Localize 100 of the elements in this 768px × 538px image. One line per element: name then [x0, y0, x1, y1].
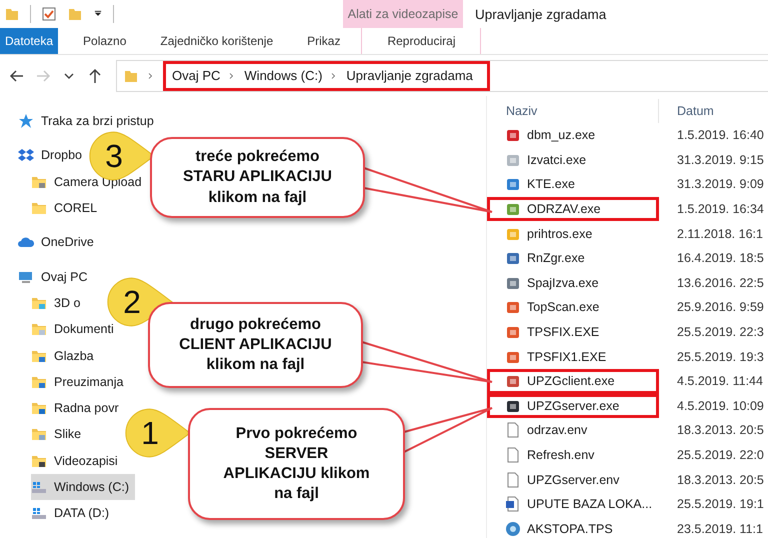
file-date: 25.5.2019. 22:3: [676, 325, 765, 340]
nav-item[interactable]: DATA (D:): [31, 500, 116, 526]
disc-icon: [505, 520, 521, 537]
file-entry[interactable]: SpajIzva.exe: [487, 270, 659, 296]
file-date: 2.11.2018. 16:1: [676, 226, 764, 241]
nav-label: Videozapisi: [54, 454, 118, 468]
file-icon: [505, 447, 521, 464]
file-name: dbm_uz.exe: [527, 128, 596, 142]
file-entry[interactable]: UPZGserver.env: [487, 467, 659, 492]
nav-label: 3D o: [54, 296, 80, 310]
file-name: KTE.exe: [527, 177, 575, 192]
file-name: UPUTE BAZA LOKA...: [527, 497, 652, 512]
context-tab-group: Alati za videozapise: [343, 0, 463, 28]
file-entry[interactable]: Refresh.env: [487, 442, 659, 468]
file-name: SpajIzva.exe: [527, 276, 599, 290]
file-date: 18.3.2013. 20:5: [676, 472, 765, 487]
file-entry[interactable]: odrzav.env: [487, 418, 659, 443]
file-icon: [505, 422, 521, 438]
file-date: 25.5.2019. 19:3: [676, 350, 765, 364]
nav-label: COREL: [54, 201, 98, 216]
up-arrow-icon: [87, 68, 103, 84]
folder-icon: [31, 400, 47, 416]
file-name: TopScan.exe: [527, 300, 600, 314]
checkbox-icon: [41, 6, 57, 22]
file-date: 1.5.2019. 16:34: [676, 202, 765, 216]
nav-item[interactable]: OneDrive: [18, 229, 100, 256]
file-icon: [505, 472, 521, 488]
file-name: TPSFIX1.EXE: [527, 350, 606, 364]
folder-icon: [31, 321, 47, 338]
file-date: 16.4.2019. 18:5: [676, 251, 765, 266]
file-entry[interactable]: ODRZAV.exe: [487, 196, 659, 222]
nav-item[interactable]: Windows (C:): [31, 474, 136, 500]
nav-label: Dropbo: [41, 148, 82, 162]
file-entry[interactable]: UPZGserver.exe: [487, 394, 659, 418]
breadcrumb[interactable]: Windows (C:): [244, 68, 322, 83]
drive-icon: [31, 479, 47, 495]
application-icon: [505, 176, 521, 192]
application-icon: [505, 127, 521, 144]
file-entry[interactable]: Izvatci.exe: [487, 148, 659, 172]
nav-item[interactable]: Glazba: [31, 342, 100, 369]
chevron-down-icon: [64, 70, 74, 80]
nav-label: Radna povr: [54, 401, 119, 416]
file-name: odrzav.env: [527, 423, 588, 438]
file-date: 25.5.2019. 22:0: [676, 448, 765, 462]
nav-item[interactable]: Traka za brzi pristup: [18, 108, 160, 134]
dropbox-icon: [18, 147, 34, 164]
file-date: 31.3.2019. 9:15: [676, 152, 765, 167]
application-icon: [505, 324, 521, 340]
nav-item[interactable]: Slike: [31, 421, 88, 448]
column-header[interactable]: Naziv: [487, 99, 659, 123]
nav-item[interactable]: Ovaj PC: [18, 263, 94, 290]
nav-item[interactable]: COREL: [31, 194, 104, 222]
folder-icon: [31, 200, 47, 216]
ribbon-tab[interactable]: Datoteka: [0, 28, 58, 54]
application-icon: [505, 299, 521, 316]
breadcrumb[interactable]: Ovaj PC: [172, 68, 220, 83]
ribbon-tab[interactable]: Reproduciraj: [361, 28, 482, 54]
file-name: UPZGserver.exe: [527, 398, 620, 413]
nav-item[interactable]: Radna povr: [31, 394, 125, 422]
file-date: 25.9.2016. 9:59: [676, 300, 765, 314]
application-icon: [505, 250, 521, 266]
window-title: Upravljanje zgradama: [474, 6, 606, 24]
nav-label: Glazba: [54, 348, 94, 363]
nav-item[interactable]: 3D o: [31, 290, 86, 316]
file-name: prihtros.exe: [527, 226, 592, 241]
folder-icon: [31, 426, 47, 442]
breadcrumb[interactable]: Upravljanje zgradama: [346, 68, 473, 83]
file-entry[interactable]: TopScan.exe: [487, 295, 659, 320]
nav-label: Preuzimanja: [54, 374, 124, 389]
back-arrow-icon: [9, 68, 25, 84]
callout: Prvo pokrećemo SERVER APLIKACIJU klikom na fajl: [188, 408, 405, 520]
file-name: Izvatci.exe: [527, 152, 586, 167]
nav-item[interactable]: Videozapisi: [31, 448, 124, 474]
nav-item[interactable]: Dropbo: [18, 142, 88, 169]
callout: drugo pokrećemo CLIENT APLIKACIJU klikom na fajl: [148, 302, 363, 388]
file-entry[interactable]: TPSFIX.EXE: [487, 320, 659, 344]
file-entry[interactable]: KTE.exe: [487, 172, 659, 197]
file-date: 25.5.2019. 19:1: [676, 497, 765, 512]
file-date: 4.5.2019. 11:44: [676, 374, 764, 388]
nav-label: Traka za brzi pristup: [41, 114, 154, 128]
file-entry[interactable]: prihtros.exe: [487, 221, 659, 246]
file-name: AKSTOPA.TPS: [527, 522, 613, 536]
nav-item[interactable]: Preuzimanja: [31, 368, 130, 395]
file-date: 1.5.2019. 16:40: [676, 128, 765, 142]
nav-label: Windows (C:): [54, 480, 130, 494]
file-entry[interactable]: AKSTOPA.TPS: [487, 516, 659, 538]
file-name: TPSFIX.EXE: [527, 325, 600, 340]
application-icon: [505, 201, 521, 218]
column-header[interactable]: Datum: [659, 99, 768, 123]
file-entry[interactable]: UPZGclient.exe: [487, 368, 659, 394]
file-entry[interactable]: UPUTE BAZA LOKA...: [487, 492, 659, 516]
file-entry[interactable]: RnZgr.exe: [487, 246, 659, 271]
file-date: 18.3.2013. 20:5: [676, 423, 765, 438]
star-icon: [18, 113, 34, 130]
nav-label: DATA (D:): [54, 506, 110, 520]
address-bar[interactable]: Ovaj PC Windows (C:) Upravljanje zgradama: [116, 60, 768, 92]
folder-icon: [4, 6, 20, 22]
file-entry[interactable]: TPSFIX1.EXE: [487, 344, 659, 369]
forward-arrow-icon: [35, 68, 51, 84]
file-entry[interactable]: dbm_uz.exe: [487, 123, 659, 148]
